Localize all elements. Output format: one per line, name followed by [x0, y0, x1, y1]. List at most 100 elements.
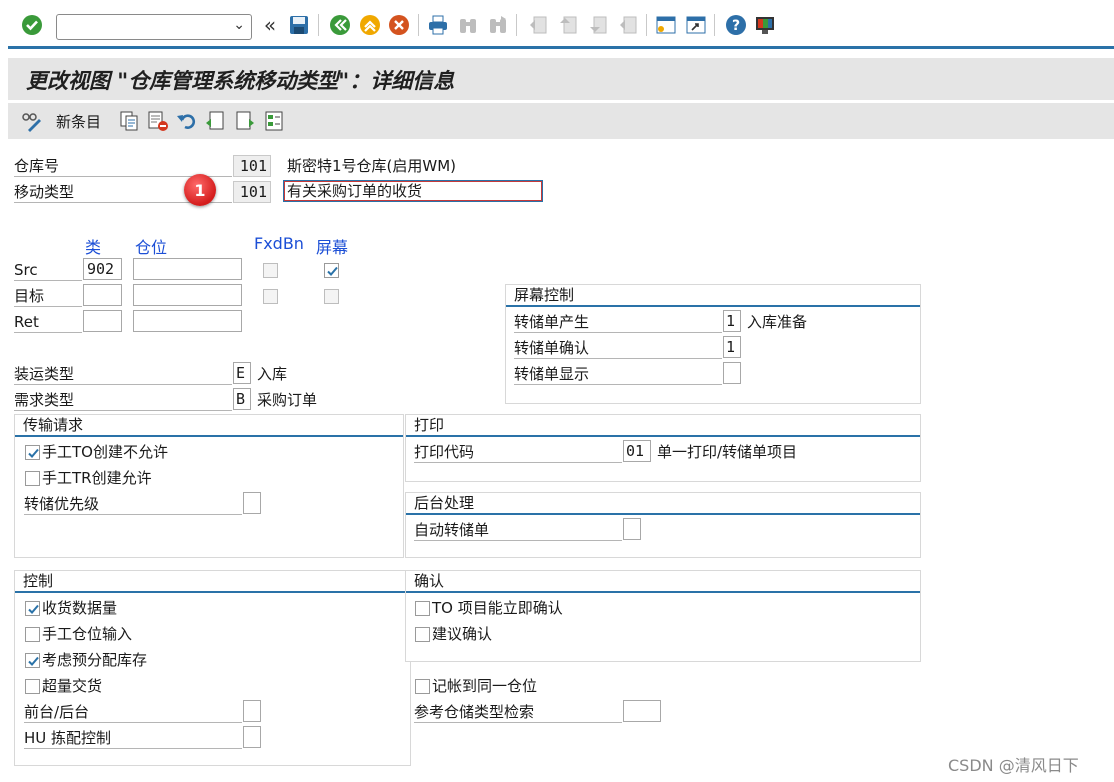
destination-screen-checkbox: [324, 289, 339, 304]
row-label-destination: 目标: [14, 286, 82, 307]
column-header-screen: 屏幕: [316, 238, 349, 257]
return-storage-type-field[interactable]: [83, 310, 122, 332]
svg-text:?: ?: [732, 18, 740, 34]
background-processing-title: 后台处理: [406, 493, 920, 515]
shipping-type-field[interactable]: E: [233, 362, 251, 384]
auto-to-field[interactable]: [623, 518, 641, 540]
print-icon[interactable]: [426, 13, 450, 37]
movement-type-field: 101: [233, 181, 271, 203]
cancel-icon[interactable]: [387, 13, 411, 37]
requirement-type-label: 需求类型: [14, 390, 232, 411]
consider-pre-allocated-stock-label: 考虑预分配库存: [42, 651, 148, 669]
history-back-icon[interactable]: «: [258, 13, 282, 37]
foreground-background-field[interactable]: [243, 700, 261, 722]
return-bin-field[interactable]: [133, 310, 242, 332]
to-creation-field[interactable]: 1: [723, 310, 741, 332]
page-title: 更改视图 "仓库管理系统移动类型"：详细信息: [26, 68, 455, 93]
source-screen-checkbox[interactable]: [324, 263, 339, 278]
propose-confirmation-checkbox[interactable]: [415, 627, 430, 642]
chevron-down-icon[interactable]: ⌄: [233, 17, 245, 33]
requirement-type-field[interactable]: B: [233, 388, 251, 410]
confirmation-title: 确认: [406, 571, 920, 593]
find-next-icon: [486, 13, 510, 37]
title-bar: 更改视图 "仓库管理系统移动类型"：详细信息: [8, 58, 1114, 100]
next-entry-icon[interactable]: [234, 110, 256, 132]
screen-control-title: 屏幕控制: [506, 285, 920, 307]
over-delivery-checkbox[interactable]: [25, 679, 40, 694]
transfer-priority-field[interactable]: [243, 492, 261, 514]
gr-data-qty-checkbox[interactable]: [25, 601, 40, 616]
select-all-icon[interactable]: [263, 110, 285, 132]
delete-icon[interactable]: [147, 110, 169, 132]
print-code-description: 单一打印/转储单项目: [657, 443, 798, 461]
enter-icon[interactable]: [20, 13, 44, 37]
manual-to-not-allowed-label: 手工TO创建不允许: [42, 443, 168, 461]
posting-same-bin-checkbox[interactable]: [415, 679, 430, 694]
shipping-type-label: 装运类型: [14, 364, 232, 385]
to-display-field[interactable]: [723, 362, 741, 384]
ref-storage-type-search-field[interactable]: [623, 700, 661, 722]
shortcut-icon[interactable]: [684, 13, 708, 37]
movement-type-description-field[interactable]: 有关采购订单的收货: [283, 180, 543, 202]
to-creation-label: 转储单产生: [514, 312, 722, 333]
to-creation-description: 入库准备: [747, 313, 808, 331]
hu-picking-control-label: HU 拣配控制: [24, 728, 242, 749]
column-header-bin: 仓位: [135, 238, 168, 257]
exit-icon[interactable]: [358, 13, 382, 37]
source-fixed-bin-checkbox: [263, 263, 278, 278]
destination-fixed-bin-checkbox: [263, 289, 278, 304]
requirement-type-description: 采购订单: [257, 391, 318, 409]
copy-as-icon[interactable]: [118, 110, 140, 132]
print-title: 打印: [406, 415, 920, 437]
source-bin-field[interactable]: [133, 258, 242, 280]
manual-bin-entry-label: 手工仓位输入: [42, 625, 133, 643]
transfer-request-title: 传输请求: [15, 415, 403, 437]
to-item-immediate-confirm-label: TO 项目能立即确认: [432, 599, 563, 617]
destination-bin-field[interactable]: [133, 284, 242, 306]
command-input[interactable]: [57, 15, 227, 39]
posting-same-bin-label: 记帐到同一仓位: [432, 677, 538, 695]
over-delivery-label: 超量交货: [42, 677, 103, 695]
command-field[interactable]: ⌄: [56, 14, 252, 40]
display-change-icon[interactable]: [20, 110, 42, 132]
print-code-label: 打印代码: [414, 442, 622, 463]
row-label-return: Ret: [14, 312, 82, 333]
propose-confirmation-label: 建议确认: [432, 625, 493, 643]
warehouse-description: 斯密特1号仓库(启用WM): [287, 157, 457, 175]
to-confirmation-field[interactable]: 1: [723, 336, 741, 358]
application-toolbar: 新条目: [8, 103, 1114, 139]
consider-pre-allocated-stock-checkbox[interactable]: [25, 653, 40, 668]
first-page-icon: [526, 13, 550, 37]
customize-layout-icon[interactable]: [753, 13, 777, 37]
manual-tr-allowed-label: 手工TR创建允许: [42, 469, 152, 487]
help-icon[interactable]: ?: [724, 13, 748, 37]
manual-tr-allowed-checkbox[interactable]: [25, 471, 40, 486]
to-confirmation-label: 转储单确认: [514, 338, 722, 359]
next-page-icon: [586, 13, 610, 37]
print-code-field[interactable]: 01: [623, 440, 651, 462]
undo-icon[interactable]: [176, 110, 198, 132]
find-icon: [456, 13, 480, 37]
hu-picking-control-field[interactable]: [243, 726, 261, 748]
to-item-immediate-confirm-checkbox[interactable]: [415, 601, 430, 616]
gr-data-qty-label: 收货数据量: [42, 599, 118, 617]
manual-bin-entry-checkbox[interactable]: [25, 627, 40, 642]
previous-entry-icon[interactable]: [204, 110, 226, 132]
source-storage-type-field[interactable]: 902: [83, 258, 122, 280]
new-entries-button[interactable]: 新条目: [56, 111, 101, 132]
save-icon[interactable]: [287, 13, 311, 37]
to-display-label: 转储单显示: [514, 364, 722, 385]
new-session-icon[interactable]: [654, 13, 678, 37]
warehouse-number-field: 101: [233, 155, 271, 177]
watermark: CSDN @清风日下: [948, 756, 1079, 775]
annotation-marker: 1: [184, 174, 216, 206]
toolbar-divider: [8, 46, 1114, 49]
ref-storage-type-search-label: 参考仓储类型检索: [414, 702, 622, 723]
destination-storage-type-field[interactable]: [83, 284, 122, 306]
previous-page-icon: [556, 13, 580, 37]
transfer-priority-label: 转储优先级: [24, 494, 242, 515]
control-title: 控制: [15, 571, 410, 593]
back-icon[interactable]: [328, 13, 352, 37]
foreground-background-label: 前台/后台: [24, 702, 242, 723]
manual-to-not-allowed-checkbox[interactable]: [25, 445, 40, 460]
